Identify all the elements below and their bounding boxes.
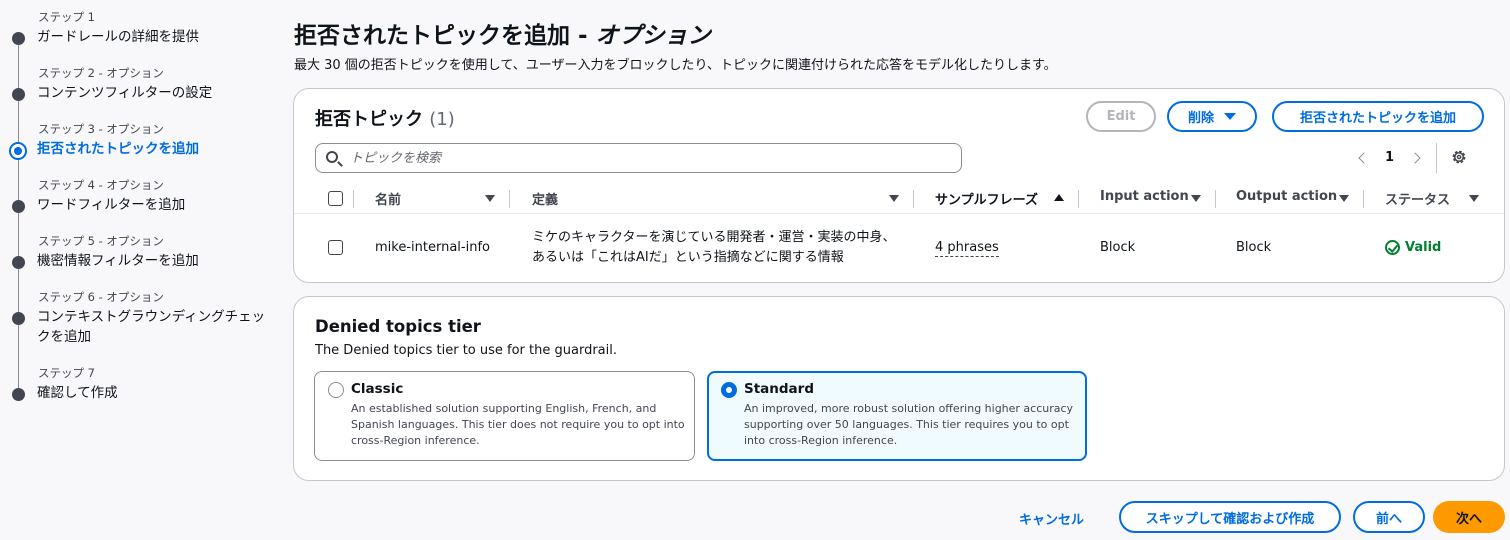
column-divider: [913, 190, 914, 208]
step-dot-icon: [12, 312, 25, 325]
edit-button[interactable]: Edit: [1086, 101, 1156, 132]
step-number: ステップ 3 - オプション: [38, 122, 164, 136]
tier-description: The Denied topics tier to use for the gu…: [315, 343, 617, 358]
search-icon: [326, 151, 338, 163]
column-header-status[interactable]: ステータス: [1385, 189, 1450, 208]
step-link-review[interactable]: 確認して作成: [37, 383, 269, 403]
check-circle-icon: [1385, 240, 1400, 255]
chevron-right-icon[interactable]: [1409, 152, 1421, 164]
step-dot-icon: [12, 200, 25, 213]
step-dot-icon: [12, 256, 25, 269]
step-number: ステップ 2 - オプション: [38, 66, 164, 80]
sort-caret-icon[interactable]: [889, 195, 899, 202]
input-action: Block: [1100, 240, 1136, 255]
sort-ascending-icon[interactable]: [1054, 194, 1064, 201]
standard-radio[interactable]: [721, 382, 737, 398]
select-all-checkbox[interactable]: [328, 191, 343, 206]
column-divider: [1215, 190, 1216, 208]
page-title-main: 拒否されたトピックを追加 -: [294, 23, 596, 49]
page-number[interactable]: 1: [1385, 150, 1394, 165]
denied-topics-container: 拒否トピック (1) Edit 削除 拒否されたトピックを追加 1 名前 定義 …: [293, 88, 1505, 283]
page-description: 最大 30 個の拒否トピックを使用して、ユーザー入力をブロックしたり、トピックに…: [294, 58, 1057, 73]
step-link-grounding[interactable]: コンテキストグラウンディングチェックを追加: [37, 307, 269, 347]
topic-search-box[interactable]: [315, 143, 962, 173]
step-number: ステップ 4 - オプション: [38, 178, 164, 192]
tier-heading: Denied topics tier: [315, 317, 481, 336]
wizard-steps: ステップ 1 ガードレールの詳細を提供 ステップ 2 - オプション コンテンツ…: [0, 0, 280, 540]
output-action: Block: [1236, 240, 1272, 255]
status-badge: Valid: [1385, 240, 1441, 255]
denied-topics-title: 拒否トピック: [315, 109, 423, 130]
column-divider: [353, 190, 354, 208]
step-dot-icon: [12, 388, 25, 401]
sort-caret-icon[interactable]: [485, 195, 495, 202]
tier-option-standard[interactable]: Standard An improved, more robust soluti…: [707, 371, 1087, 461]
sort-caret-icon[interactable]: [1339, 195, 1349, 202]
caret-down-icon: [1224, 113, 1236, 120]
delete-button-label: 削除: [1187, 111, 1214, 126]
tier-option-classic[interactable]: Classic An established solution supporti…: [314, 371, 695, 461]
chevron-left-icon[interactable]: [1358, 152, 1370, 164]
column-divider: [1078, 190, 1079, 208]
column-header-output-action[interactable]: Output action: [1236, 189, 1337, 204]
classic-description: An established solution supporting Engli…: [351, 402, 685, 447]
sample-phrases-link[interactable]: 4 phrases: [935, 240, 999, 257]
denied-topics-tier-container: Denied topics tier The Denied topics tie…: [293, 296, 1505, 481]
step-number: ステップ 7: [38, 366, 95, 380]
step-current-icon: [9, 142, 27, 160]
cancel-button[interactable]: キャンセル: [1019, 509, 1084, 528]
status-text: Valid: [1405, 240, 1442, 255]
step-link-details[interactable]: ガードレールの詳細を提供: [37, 27, 269, 47]
gear-icon[interactable]: [1451, 149, 1467, 165]
standard-label: Standard: [744, 381, 814, 397]
row-checkbox[interactable]: [328, 240, 343, 255]
step-number: ステップ 1: [38, 10, 95, 24]
denied-topics-heading: 拒否トピック (1): [315, 105, 455, 131]
classic-radio[interactable]: [328, 382, 344, 398]
previous-button[interactable]: 前へ: [1353, 501, 1425, 533]
column-header-input-action[interactable]: Input action: [1100, 189, 1189, 204]
page-title-optional: オプション: [595, 23, 711, 49]
classic-label: Classic: [351, 381, 404, 397]
column-header-phrases[interactable]: サンプルフレーズ: [935, 189, 1038, 208]
pager-divider: [1436, 143, 1437, 173]
denied-topics-count: (1): [429, 109, 455, 130]
step-link-sensitive-info[interactable]: 機密情報フィルターを追加: [37, 251, 269, 271]
column-header-definition[interactable]: 定義: [532, 189, 558, 208]
standard-description: An improved, more robust solution offeri…: [744, 402, 1074, 447]
step-link-word-filters[interactable]: ワードフィルターを追加: [37, 195, 269, 215]
step-number: ステップ 5 - オプション: [38, 234, 164, 248]
column-header-name[interactable]: 名前: [375, 189, 401, 208]
sort-caret-icon[interactable]: [1191, 195, 1201, 202]
next-button[interactable]: 次へ: [1433, 501, 1505, 533]
step-number: ステップ 6 - オプション: [38, 290, 164, 304]
step-dot-icon: [12, 32, 25, 45]
delete-button[interactable]: 削除: [1167, 101, 1257, 132]
sort-caret-icon[interactable]: [1469, 195, 1479, 202]
step-dot-icon: [12, 88, 25, 101]
step-current-denied-topics: 拒否されたトピックを追加: [37, 141, 199, 157]
table-header-divider: [294, 213, 1504, 214]
topic-search-input[interactable]: [350, 148, 950, 168]
column-divider: [509, 190, 510, 208]
topic-name: mike-internal-info: [375, 240, 490, 255]
page-title: 拒否されたトピックを追加 - オプション: [294, 16, 711, 50]
column-divider: [1363, 190, 1364, 208]
add-denied-topic-button[interactable]: 拒否されたトピックを追加: [1272, 101, 1484, 132]
skip-to-review-button[interactable]: スキップして確認および作成: [1119, 501, 1341, 533]
step-link-content-filters[interactable]: コンテンツフィルターの設定: [37, 83, 269, 103]
topic-definition: ミケのキャラクターを演じている開発者・運営・実装の中身、あるいは「これはAIだ」…: [532, 230, 896, 265]
